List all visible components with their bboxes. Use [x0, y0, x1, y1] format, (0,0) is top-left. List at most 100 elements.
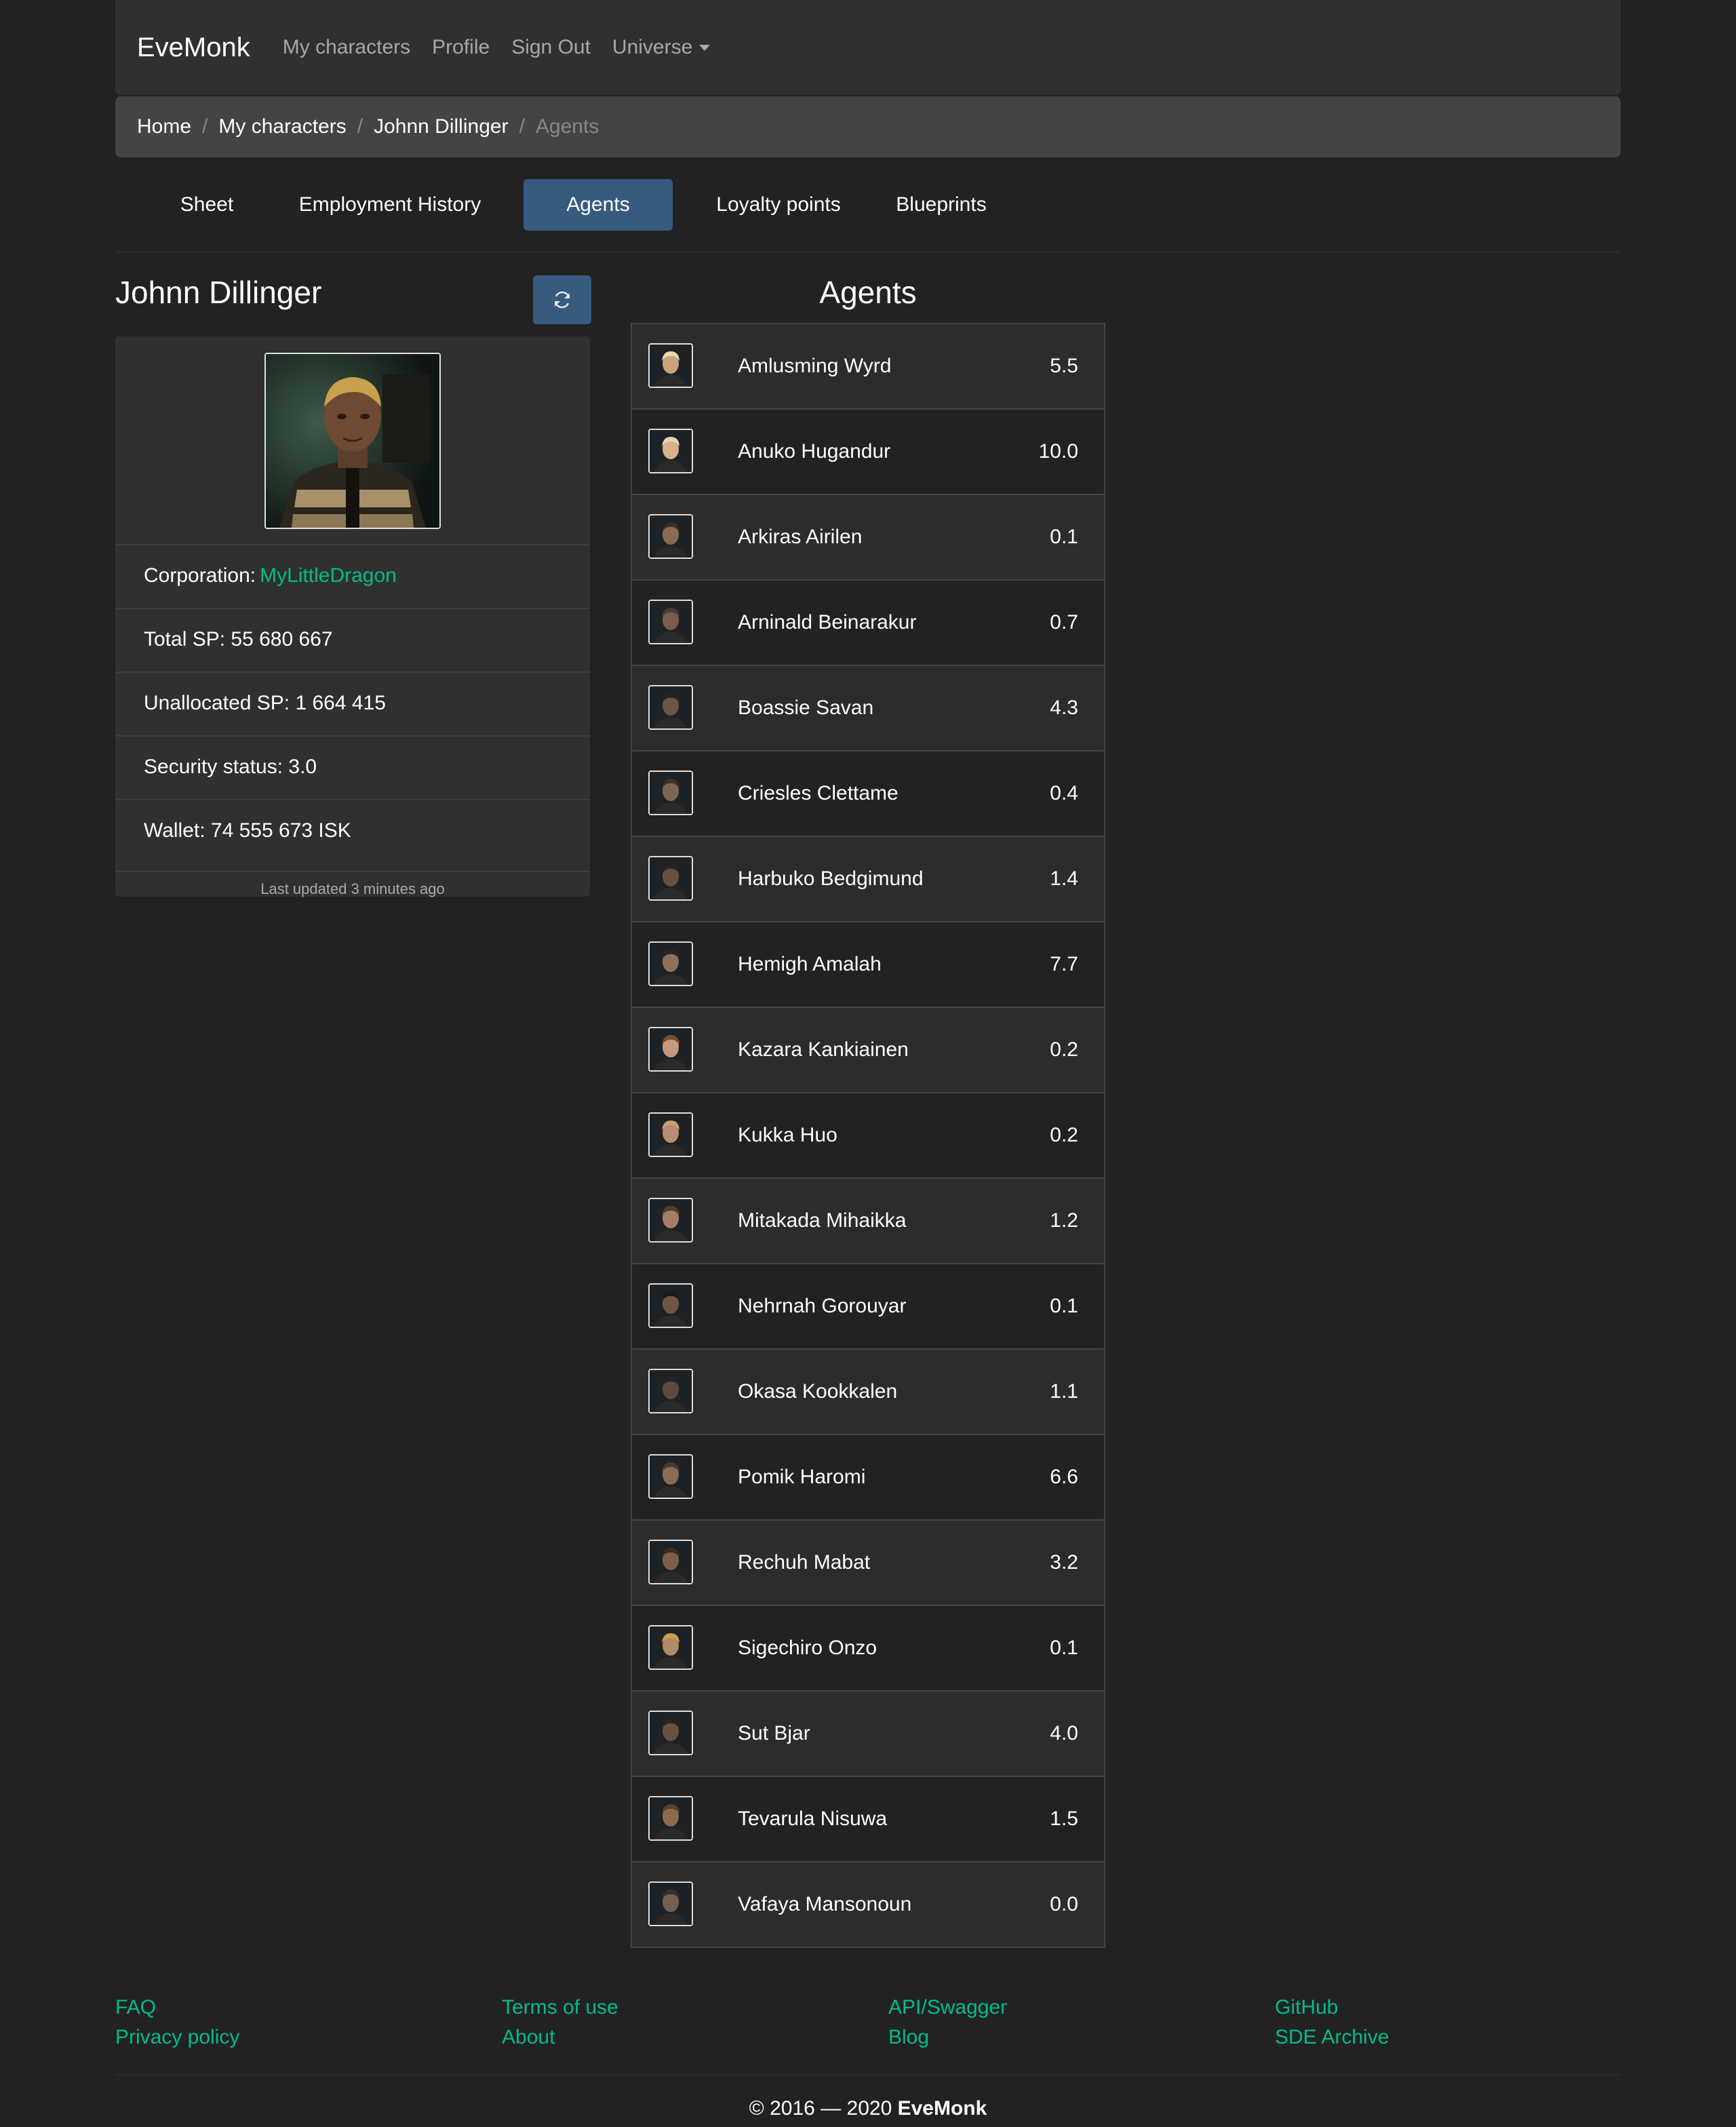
agent-name[interactable]: Harbuko Bedgimund [738, 837, 924, 921]
agent-avatar[interactable] [648, 1796, 693, 1841]
tab-agents[interactable]: Agents [524, 179, 673, 231]
agent-avatar[interactable] [648, 1454, 693, 1499]
footer-link-terms-of-use[interactable]: Terms of use [502, 1993, 841, 2023]
refresh-button[interactable] [533, 275, 591, 324]
breadcrumb-separator: / [357, 115, 363, 138]
total-sp: Total SP: 55 680 667 [115, 608, 590, 670]
agent-row: Pomik Haromi 6.6 [632, 1434, 1104, 1519]
nav-universe-label: Universe [612, 36, 693, 58]
copyright-years: © 2016 — 2020 [749, 2097, 892, 2120]
agent-name[interactable]: Tevarula Nisuwa [738, 1777, 887, 1861]
agent-name[interactable]: Arninald Beinarakur [738, 581, 916, 665]
agent-avatar[interactable] [648, 1540, 693, 1584]
agent-standing: 4.0 [1050, 1722, 1078, 1744]
nav-profile[interactable]: Profile [432, 36, 490, 59]
caret-down-icon [699, 44, 711, 51]
footer-link-privacy-policy[interactable]: Privacy policy [115, 2023, 454, 2052]
agent-standing: 0.1 [1050, 1295, 1078, 1317]
agent-row: Criesles Clettame 0.4 [632, 750, 1104, 836]
agent-name[interactable]: Rechuh Mabat [738, 1521, 870, 1605]
breadcrumb-separator: / [519, 115, 525, 138]
agent-avatar[interactable] [648, 1881, 693, 1926]
agent-name[interactable]: Sigechiro Onzo [738, 1606, 877, 1690]
nav-universe-dropdown[interactable]: Universe [612, 36, 711, 59]
tabs: Sheet Employment History Agents Loyalty … [115, 179, 1621, 231]
page-container: EveMonk My characters Profile Sign Out U… [115, 0, 1621, 2120]
agent-name[interactable]: Mitakada Mihaikka [738, 1179, 906, 1263]
tab-employment-history[interactable]: Employment History [277, 179, 503, 231]
agent-row: Hemigh Amalah 7.7 [632, 921, 1104, 1007]
agent-name[interactable]: Kukka Huo [738, 1093, 837, 1177]
tab-blueprints[interactable]: Blueprints [875, 179, 1008, 231]
wallet: Wallet: 74 555 673 ISK [115, 799, 590, 861]
agent-standing: 0.7 [1050, 611, 1078, 633]
agent-name[interactable]: Vafaya Mansonoun [738, 1862, 911, 1947]
agent-name[interactable]: Boassie Savan [738, 666, 873, 750]
footer-column: GitHub SDE Archive [1275, 1993, 1614, 2052]
agent-name[interactable]: Okasa Kookkalen [738, 1350, 897, 1434]
agent-name[interactable]: Hemigh Amalah [738, 922, 882, 1007]
agent-avatar[interactable] [648, 600, 693, 644]
agent-avatar[interactable] [648, 1198, 693, 1243]
agent-standing: 0.2 [1050, 1038, 1078, 1061]
footer-link-about[interactable]: About [502, 2023, 841, 2052]
breadcrumb-home[interactable]: Home [137, 115, 191, 138]
agent-avatar[interactable] [648, 514, 693, 559]
agent-avatar[interactable] [648, 1711, 693, 1755]
corporation-label: Corporation: [144, 564, 256, 587]
tab-sheet[interactable]: Sheet [137, 179, 277, 231]
footer-link-blog[interactable]: Blog [888, 2023, 1227, 2052]
agent-row: Harbuko Bedgimund 1.4 [632, 836, 1104, 921]
agent-avatar[interactable] [648, 770, 693, 815]
agent-standing: 0.2 [1050, 1124, 1078, 1146]
footer-link-faq[interactable]: FAQ [115, 1993, 454, 2023]
agent-avatar[interactable] [648, 856, 693, 901]
breadcrumb-current: Agents [535, 115, 599, 138]
agent-avatar[interactable] [648, 429, 693, 473]
agent-avatar[interactable] [648, 941, 693, 986]
agent-avatar[interactable] [648, 1283, 693, 1328]
brand-link[interactable]: EveMonk [137, 33, 250, 63]
agent-name[interactable]: Amlusming Wyrd [738, 324, 891, 408]
agent-row: Anuko Hugandur 10.0 [632, 408, 1104, 494]
nav-sign-out[interactable]: Sign Out [511, 36, 591, 59]
agent-name[interactable]: Anuko Hugandur [738, 410, 890, 494]
agent-avatar[interactable] [648, 1369, 693, 1413]
corporation-link[interactable]: MyLittleDragon [260, 564, 397, 587]
nav-my-characters[interactable]: My characters [283, 36, 410, 59]
tab-loyalty-points[interactable]: Loyalty points [693, 179, 864, 231]
agent-avatar[interactable] [648, 685, 693, 730]
agent-avatar[interactable] [648, 1112, 693, 1157]
agent-row: Okasa Kookkalen 1.1 [632, 1348, 1104, 1434]
breadcrumb-separator: / [202, 115, 208, 138]
corporation-row: Corporation: MyLittleDragon [115, 544, 590, 606]
agent-row: Amlusming Wyrd 5.5 [632, 324, 1104, 408]
agent-standing: 4.3 [1050, 697, 1078, 719]
agent-name[interactable]: Pomik Haromi [738, 1435, 865, 1519]
agent-name[interactable]: Criesles Clettame [738, 752, 899, 836]
agent-name[interactable]: Nehrnah Gorouyar [738, 1264, 906, 1348]
agent-row: Vafaya Mansonoun 0.0 [632, 1861, 1104, 1947]
footer-column: API/Swagger Blog [888, 1993, 1227, 2052]
agent-avatar[interactable] [648, 1625, 693, 1670]
agent-name[interactable]: Arkiras Airilen [738, 495, 862, 579]
footer-link-github[interactable]: GitHub [1275, 1993, 1614, 2023]
agent-standing: 5.5 [1050, 355, 1078, 377]
agent-row: Sigechiro Onzo 0.1 [632, 1605, 1104, 1690]
footer-link-api-swagger[interactable]: API/Swagger [888, 1993, 1227, 2023]
agent-row: Tevarula Nisuwa 1.5 [632, 1776, 1104, 1861]
agent-avatar[interactable] [648, 343, 693, 388]
refresh-icon [554, 291, 570, 309]
breadcrumb-character[interactable]: Johnn Dillinger [374, 115, 508, 138]
footer-column: Terms of use About [502, 1993, 841, 2052]
footer-column: FAQ Privacy policy [115, 1993, 454, 2052]
footer-link-sde-archive[interactable]: SDE Archive [1275, 2023, 1614, 2052]
agent-row: Sut Bjar 4.0 [632, 1690, 1104, 1776]
agent-name[interactable]: Sut Bjar [738, 1692, 810, 1776]
breadcrumb-my-characters[interactable]: My characters [218, 115, 346, 138]
agent-standing: 1.2 [1050, 1209, 1078, 1232]
agent-standing: 6.6 [1050, 1466, 1078, 1488]
agent-avatar[interactable] [648, 1027, 693, 1072]
agent-row: Boassie Savan 4.3 [632, 665, 1104, 750]
agent-name[interactable]: Kazara Kankiainen [738, 1008, 909, 1092]
